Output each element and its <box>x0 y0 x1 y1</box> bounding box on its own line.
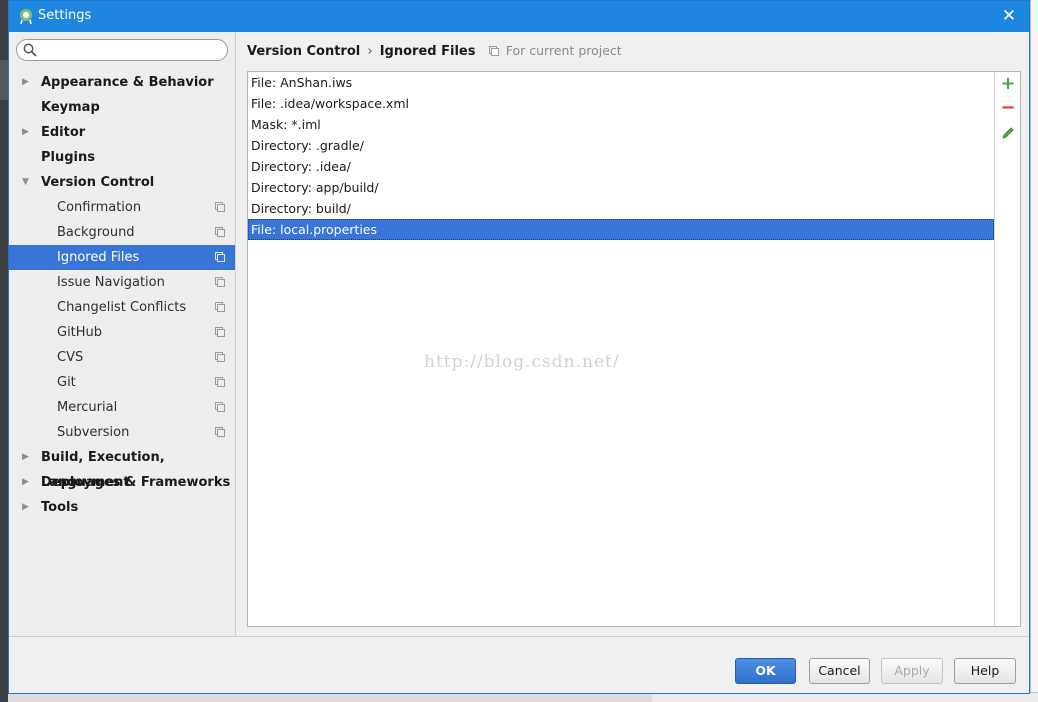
edit-button[interactable] <box>1000 126 1016 142</box>
list-item[interactable]: Directory: app/build/ <box>248 177 994 198</box>
sidebar-item-tools[interactable]: ▶ Tools <box>9 495 235 520</box>
project-scope-icon <box>215 252 225 262</box>
minus-icon: − <box>1000 97 1016 118</box>
sidebar-item-cvs[interactable]: CVS <box>9 345 235 370</box>
list-item[interactable]: Mask: *.iml <box>248 114 994 135</box>
settings-sidebar: ▶ Appearance & Behavior Keymap ▶ Editor Plugi… <box>9 32 236 636</box>
project-scope-icon <box>488 46 499 56</box>
sidebar-item-build-execution-deployment[interactable]: ▶ Build, Execution, Deployment <box>9 445 235 490</box>
sidebar-item-git[interactable]: Git <box>9 370 235 395</box>
sidebar-item-issue-navigation[interactable]: Issue Navigation <box>9 270 235 295</box>
list-item[interactable]: Directory: build/ <box>248 198 994 219</box>
title-bar[interactable]: Settings ✕ <box>9 1 1029 32</box>
sidebar-item-appearance-behavior[interactable]: ▶ Appearance & Behavior <box>9 70 235 95</box>
sidebar-item-label: Changelist Conflicts <box>57 300 187 315</box>
ignored-files-panel: File: AnShan.iws File: .idea/workspace.xm… <box>247 71 1021 627</box>
sidebar-item-ignored-files[interactable]: Ignored Files <box>9 245 235 270</box>
list-item[interactable]: File: .idea/workspace.xml <box>248 93 994 114</box>
close-button[interactable]: ✕ <box>997 4 1021 28</box>
breadcrumb-separator: › <box>367 44 373 59</box>
sidebar-item-confirmation[interactable]: Confirmation <box>9 195 235 220</box>
collapsed-arrow-icon[interactable]: ▶ <box>22 470 32 495</box>
sidebar-item-github[interactable]: GitHub <box>9 320 235 345</box>
sidebar-item-label: Appearance & Behavior <box>41 75 214 90</box>
sidebar-item-label: Confirmation <box>57 200 142 215</box>
cancel-button[interactable]: Cancel <box>809 658 870 684</box>
list-item[interactable]: File: AnShan.iws <box>248 72 994 93</box>
list-item[interactable]: Directory: .gradle/ <box>248 135 994 156</box>
settings-dialog: Settings ✕ ▶ Appearance & Behavior Keymap ▶… <box>8 0 1030 694</box>
sidebar-item-label: Languages & Frameworks <box>41 475 231 490</box>
sidebar-item-keymap[interactable]: Keymap <box>9 95 235 120</box>
project-scope-icon <box>215 227 225 237</box>
remove-button[interactable]: − <box>1000 97 1016 118</box>
project-scope-icon <box>215 352 225 362</box>
search-box[interactable] <box>16 39 228 61</box>
ignored-files-list[interactable]: File: AnShan.iws File: .idea/workspace.xm… <box>248 72 995 626</box>
background-ide-left <box>0 0 8 702</box>
breadcrumb-parent[interactable]: Version Control <box>247 44 360 59</box>
list-item[interactable]: Directory: .idea/ <box>248 156 994 177</box>
sidebar-item-label: Keymap <box>41 100 100 115</box>
dialog-footer: OK Cancel Apply Help <box>9 636 1029 693</box>
sidebar-item-label: Plugins <box>41 150 95 165</box>
collapsed-arrow-icon[interactable]: ▶ <box>22 70 32 95</box>
android-studio-icon <box>20 9 32 24</box>
add-button[interactable]: + <box>1000 73 1016 94</box>
project-scope-icon <box>215 402 225 412</box>
project-scope-icon <box>215 302 225 312</box>
sidebar-item-label: Background <box>57 225 135 240</box>
background-ide-toolbar <box>0 60 8 100</box>
sidebar-item-label: Version Control <box>41 175 155 190</box>
window-title: Settings <box>38 8 92 23</box>
sidebar-item-changelist-conflicts[interactable]: Changelist Conflicts <box>9 295 235 320</box>
list-item[interactable]: File: local.properties <box>248 219 994 240</box>
collapsed-arrow-icon[interactable]: ▶ <box>22 445 32 470</box>
settings-content: Version Control › Ignored Files For curr… <box>237 32 1029 636</box>
sidebar-item-editor[interactable]: ▶ Editor <box>9 120 235 145</box>
sidebar-item-languages-frameworks[interactable]: ▶ Languages & Frameworks <box>9 470 235 495</box>
project-scope-icon <box>215 327 225 337</box>
search-icon <box>23 43 37 57</box>
project-scope-icon <box>215 277 225 287</box>
close-icon: ✕ <box>1001 6 1017 26</box>
sidebar-item-label: Subversion <box>57 425 130 440</box>
collapsed-arrow-icon[interactable]: ▶ <box>22 120 32 145</box>
ok-button[interactable]: OK <box>735 658 796 684</box>
breadcrumb: Version Control › Ignored Files For curr… <box>247 43 622 61</box>
sidebar-item-subversion[interactable]: Subversion <box>9 420 235 445</box>
sidebar-item-label: Editor <box>41 125 86 140</box>
watermark: http://blog.csdn.net/ <box>424 352 620 372</box>
pencil-icon <box>1002 127 1014 139</box>
apply-button[interactable]: Apply <box>881 658 943 684</box>
sidebar-item-label: GitHub <box>57 325 103 340</box>
collapsed-arrow-icon[interactable]: ▶ <box>22 495 32 520</box>
sidebar-item-label: Git <box>57 375 76 390</box>
project-scope-icon <box>215 377 225 387</box>
sidebar-item-version-control[interactable]: ▼ Version Control <box>9 170 235 195</box>
project-scope-icon <box>215 427 225 437</box>
project-scope-icon <box>215 202 225 212</box>
breadcrumb-current: Ignored Files <box>379 44 476 59</box>
sidebar-item-label: CVS <box>57 350 84 365</box>
expanded-arrow-icon[interactable]: ▼ <box>22 170 32 195</box>
help-button[interactable]: Help <box>954 658 1016 684</box>
sidebar-item-label: Mercurial <box>57 400 118 415</box>
sidebar-item-plugins[interactable]: Plugins <box>9 145 235 170</box>
scope-label: For current project <box>505 43 622 58</box>
sidebar-item-mercurial[interactable]: Mercurial <box>9 395 235 420</box>
sidebar-item-background[interactable]: Background <box>9 220 235 245</box>
list-toolbar: + − <box>996 72 1021 626</box>
plus-icon: + <box>1000 73 1016 94</box>
background-ide-right <box>1030 0 1038 702</box>
sidebar-item-label: Tools <box>41 500 79 515</box>
sidebar-item-label: Issue Navigation <box>57 275 165 290</box>
settings-tree: ▶ Appearance & Behavior Keymap ▶ Editor Plugi… <box>9 70 235 520</box>
search-input[interactable] <box>41 42 221 58</box>
sidebar-item-label: Ignored Files <box>57 250 140 265</box>
